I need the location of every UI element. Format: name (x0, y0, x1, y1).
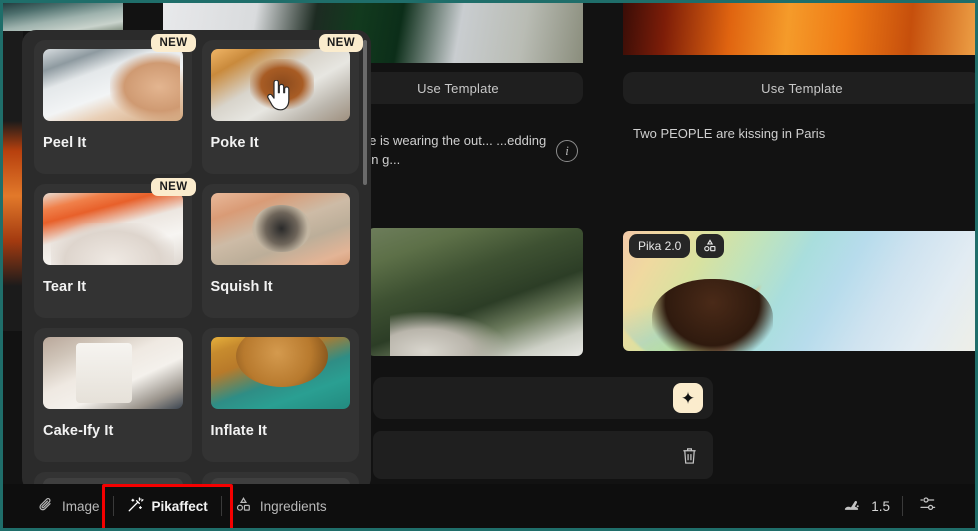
settings-button[interactable] (903, 495, 953, 518)
effect-card-squish-it[interactable]: Squish It (201, 184, 359, 318)
paperclip-icon (38, 497, 54, 516)
image-button[interactable]: Image (25, 491, 113, 522)
prompt-input-bar[interactable]: ✦ (373, 377, 713, 419)
new-badge: NEW (151, 178, 196, 196)
sparkle-icon[interactable]: ✦ (673, 383, 703, 413)
effect-label: Tear It (43, 279, 87, 295)
pikaffect-label: Pikaffect (151, 498, 208, 514)
bottom-toolbar: Image Pikaffect Ingredients 1.5 (3, 484, 975, 528)
effect-card-inflate-it[interactable]: Inflate It (201, 328, 359, 462)
effect-card-peel-it[interactable]: NEW Peel It (34, 34, 196, 174)
ingredients-icon[interactable] (696, 234, 725, 258)
effect-card-tear-it[interactable]: NEW Tear It (34, 178, 196, 318)
model-badge: Pika 2.0 (629, 234, 691, 258)
effect-label: Peel It (43, 135, 87, 151)
use-template-button-right[interactable]: Use Template (623, 72, 975, 104)
poke-thumb (210, 49, 350, 121)
effect-label: Squish It (210, 279, 273, 295)
pikaffect-panel[interactable]: NEW Peel It NEW Poke It NEW Tear It Squi… (22, 30, 371, 492)
effect-label: Cake-Ify It (43, 423, 114, 439)
inflate-thumb (210, 337, 350, 409)
speed-control[interactable]: 1.5 (831, 497, 902, 516)
cake-thumb (43, 337, 183, 409)
trash-icon[interactable] (679, 444, 699, 466)
pikaffect-button[interactable]: Pikaffect (114, 490, 221, 522)
effect-label: Poke It (210, 135, 259, 151)
video-thumbnail-left-strip[interactable] (3, 31, 23, 331)
effect-card-cake-ify-it[interactable]: Cake-Ify It (34, 328, 192, 462)
ingredients-label: Ingredients (259, 498, 327, 514)
toolbar-right-group: 1.5 (831, 495, 953, 518)
new-badge: NEW (318, 34, 363, 52)
video-thumbnail-top-right[interactable] (623, 3, 975, 55)
rabbit-icon (843, 497, 863, 516)
secondary-input-bar[interactable] (373, 431, 713, 479)
pikaffect-effect-grid[interactable]: NEW Peel It NEW Poke It NEW Tear It Squi… (22, 30, 371, 492)
new-badge: NEW (151, 34, 196, 52)
video-card-badges: Pika 2.0 (629, 234, 725, 258)
use-template-label-right: Use Template (761, 80, 843, 96)
effect-card-poke-it[interactable]: NEW Poke It (201, 34, 363, 174)
peel-thumb (43, 49, 183, 121)
video-card-forest[interactable] (368, 228, 583, 356)
prompt-caption-right: Two PEOPLE are kissing in Paris (633, 126, 826, 141)
video-thumbnail-top-left[interactable] (3, 3, 123, 31)
tear-thumb (43, 193, 183, 265)
shapes-icon (235, 496, 252, 516)
squish-thumb (210, 193, 350, 265)
image-label: Image (62, 498, 100, 514)
sliders-icon (919, 495, 937, 518)
ingredients-button[interactable]: Ingredients (222, 490, 340, 522)
panel-scrollbar[interactable] (363, 40, 367, 185)
toolbar-left-group: Image Pikaffect Ingredients (25, 490, 340, 522)
speed-value: 1.5 (871, 498, 890, 514)
info-icon[interactable]: i (556, 140, 578, 162)
magic-wand-icon (127, 496, 144, 516)
app-window: Use Template Use Template ...mage is wea… (0, 0, 978, 531)
effect-label: Inflate It (210, 423, 268, 439)
